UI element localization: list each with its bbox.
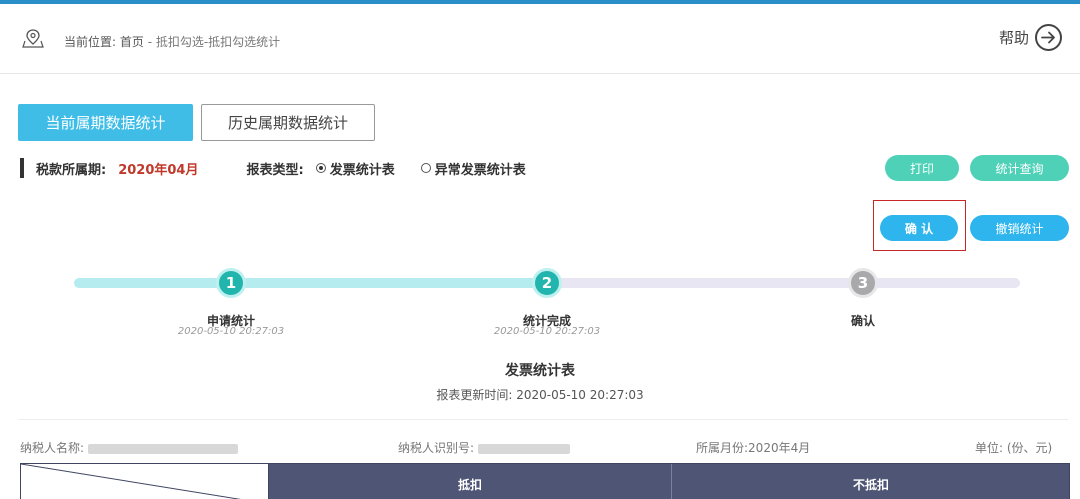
table-corner-cell — [21, 464, 269, 499]
step-1-circle: 1 — [216, 268, 246, 298]
belonging-month: 所属月份:2020年4月 — [696, 439, 810, 456]
radio-abnormal-invoice-stats-label[interactable]: 异常发票统计表 — [435, 159, 526, 178]
month-label: 所属月份: — [696, 441, 749, 455]
radio-abnormal-invoice-stats[interactable] — [420, 163, 431, 173]
location-label: 当前位置: — [64, 35, 117, 49]
radio-invoice-stats-label[interactable]: 发票统计表 — [330, 159, 395, 178]
breadcrumb-home-link[interactable]: 首页 — [120, 35, 144, 49]
arrow-right-circle-icon — [1035, 24, 1062, 51]
stats-table-header: 抵扣 不抵扣 — [20, 463, 1070, 499]
tab-current-period[interactable]: 当前属期数据统计 — [18, 104, 193, 141]
update-time-value: 2020-05-10 20:27:03 — [516, 388, 644, 402]
redacted-taxpayer-name — [87, 443, 238, 454]
breadcrumb-path: - 抵扣勾选-抵扣勾选统计 — [143, 35, 281, 49]
table-header-no-deduct: 不抵扣 — [852, 477, 889, 492]
step-3-circle: 3 — [848, 268, 878, 298]
taxpayer-name: 纳税人名称: — [20, 439, 238, 456]
revoke-stats-button[interactable]: 撤销统计 — [970, 215, 1069, 241]
unit-value: (份、元) — [1006, 441, 1053, 455]
tab-history-period[interactable]: 历史属期数据统计 — [201, 104, 375, 141]
taxpayer-id-label: 纳税人识别号: — [398, 441, 475, 455]
location-pin-icon — [22, 28, 44, 48]
report-title: 发票统计表 — [505, 363, 575, 379]
filter-row: 税款所属期: 2020年04月 报表类型: 发票统计表 异常发票统计表 — [20, 158, 526, 178]
taxpayer-name-label: 纳税人名称: — [20, 441, 85, 455]
section-marker — [20, 158, 24, 178]
step-2-circle: 2 — [532, 268, 562, 298]
report-type-label: 报表类型: — [246, 162, 304, 178]
progress-track-completed — [74, 278, 548, 288]
divider — [18, 419, 1068, 420]
print-button[interactable]: 打印 — [885, 155, 959, 181]
step-1-time: 2020-05-10 20:27:03 — [177, 326, 285, 337]
stats-query-button[interactable]: 统计查询 — [970, 155, 1069, 181]
step-3-label: 确认 — [850, 314, 875, 328]
table-header-deduct: 抵扣 — [269, 464, 672, 499]
tax-period-label: 税款所属期: — [36, 162, 107, 178]
confirm-button[interactable]: 确 认 — [880, 215, 958, 241]
help-label: 帮助 — [998, 29, 1029, 47]
unit: 单位: (份、元) — [975, 439, 1052, 456]
tax-period-value: 2020年04月 — [118, 162, 199, 178]
help-link[interactable]: 帮助 — [999, 24, 1062, 51]
radio-invoice-stats[interactable] — [315, 163, 326, 173]
update-time-label: 报表更新时间: — [436, 388, 513, 402]
redacted-taxpayer-id — [477, 443, 570, 454]
breadcrumb: 当前位置: 首页 - 抵扣勾选-抵扣勾选统计 — [64, 33, 280, 50]
progress-track-pending — [548, 278, 1020, 288]
step-2-time: 2020-05-10 20:27:03 — [493, 326, 601, 337]
unit-label: 单位: — [975, 441, 1004, 455]
month-value: 2020年4月 — [748, 441, 811, 455]
taxpayer-id: 纳税人识别号: — [398, 439, 570, 456]
report-update-row: 报表更新时间: 2020-05-10 20:27:03 — [0, 386, 1080, 403]
page-header: 当前位置: 首页 - 抵扣勾选-抵扣勾选统计 帮助 — [0, 4, 1080, 74]
